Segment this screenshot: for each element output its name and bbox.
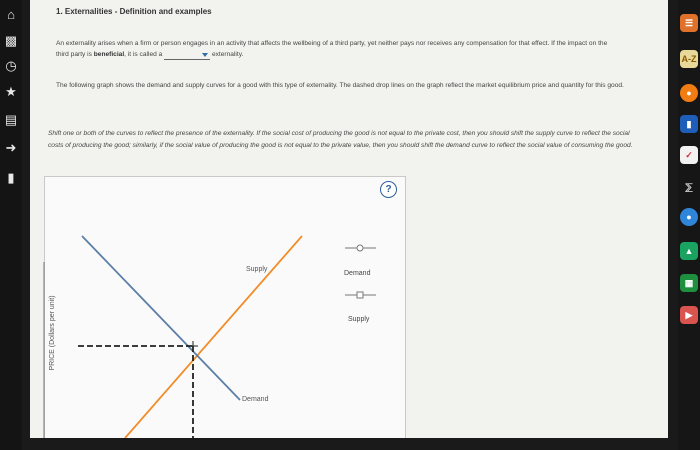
- circle-icon[interactable]: ●: [680, 84, 698, 102]
- pencil-icon[interactable]: ✓: [680, 146, 698, 164]
- drive-icon[interactable]: ▲: [680, 242, 698, 260]
- home-icon[interactable]: ⌂: [3, 7, 19, 23]
- cards-icon[interactable]: ▩: [3, 33, 19, 49]
- highlight-icon[interactable]: ☰: [680, 14, 698, 32]
- translate-icon[interactable]: ⅀: [680, 178, 698, 196]
- arrow-icon[interactable]: ➜: [3, 140, 19, 156]
- supply-curve[interactable]: [124, 235, 303, 438]
- right-toolbar: ☰ A-Z ● ▮ ✓ ⅀ ● ▲ ▦ ▶: [678, 0, 700, 450]
- book-icon[interactable]: ▤: [3, 112, 19, 128]
- legend-demand-label: Demand: [344, 270, 371, 277]
- supply-curve-label: Supply: [246, 266, 268, 273]
- legend-supply-marker: [356, 291, 364, 299]
- a-z-icon[interactable]: A-Z: [680, 50, 698, 68]
- star-icon[interactable]: ★: [3, 84, 19, 100]
- legend-demand-marker: [356, 244, 364, 252]
- legend-demand-tool[interactable]: Demand: [344, 244, 376, 277]
- bar-icon[interactable]: ▮: [3, 170, 19, 186]
- question-page: 1. Externalities - Definition and exampl…: [30, 0, 668, 438]
- legend-supply-tool[interactable]: Supply: [345, 291, 376, 323]
- flashcard-icon[interactable]: ▮: [680, 115, 698, 133]
- cloud-icon[interactable]: ●: [680, 208, 698, 226]
- left-toolbar: ⌂ ▩ ◷ ★ ▤ ➜ ▮: [0, 0, 22, 450]
- graph-svg: Supply Demand Demand Supply: [43, 235, 376, 438]
- clock-icon[interactable]: ◷: [3, 58, 19, 74]
- sheets-icon[interactable]: ▦: [680, 274, 698, 292]
- legend-supply-label: Supply: [348, 316, 370, 323]
- demand-curve-label: Demand: [242, 396, 269, 403]
- demand-curve[interactable]: [81, 235, 241, 401]
- app-icon[interactable]: ▶: [680, 306, 698, 324]
